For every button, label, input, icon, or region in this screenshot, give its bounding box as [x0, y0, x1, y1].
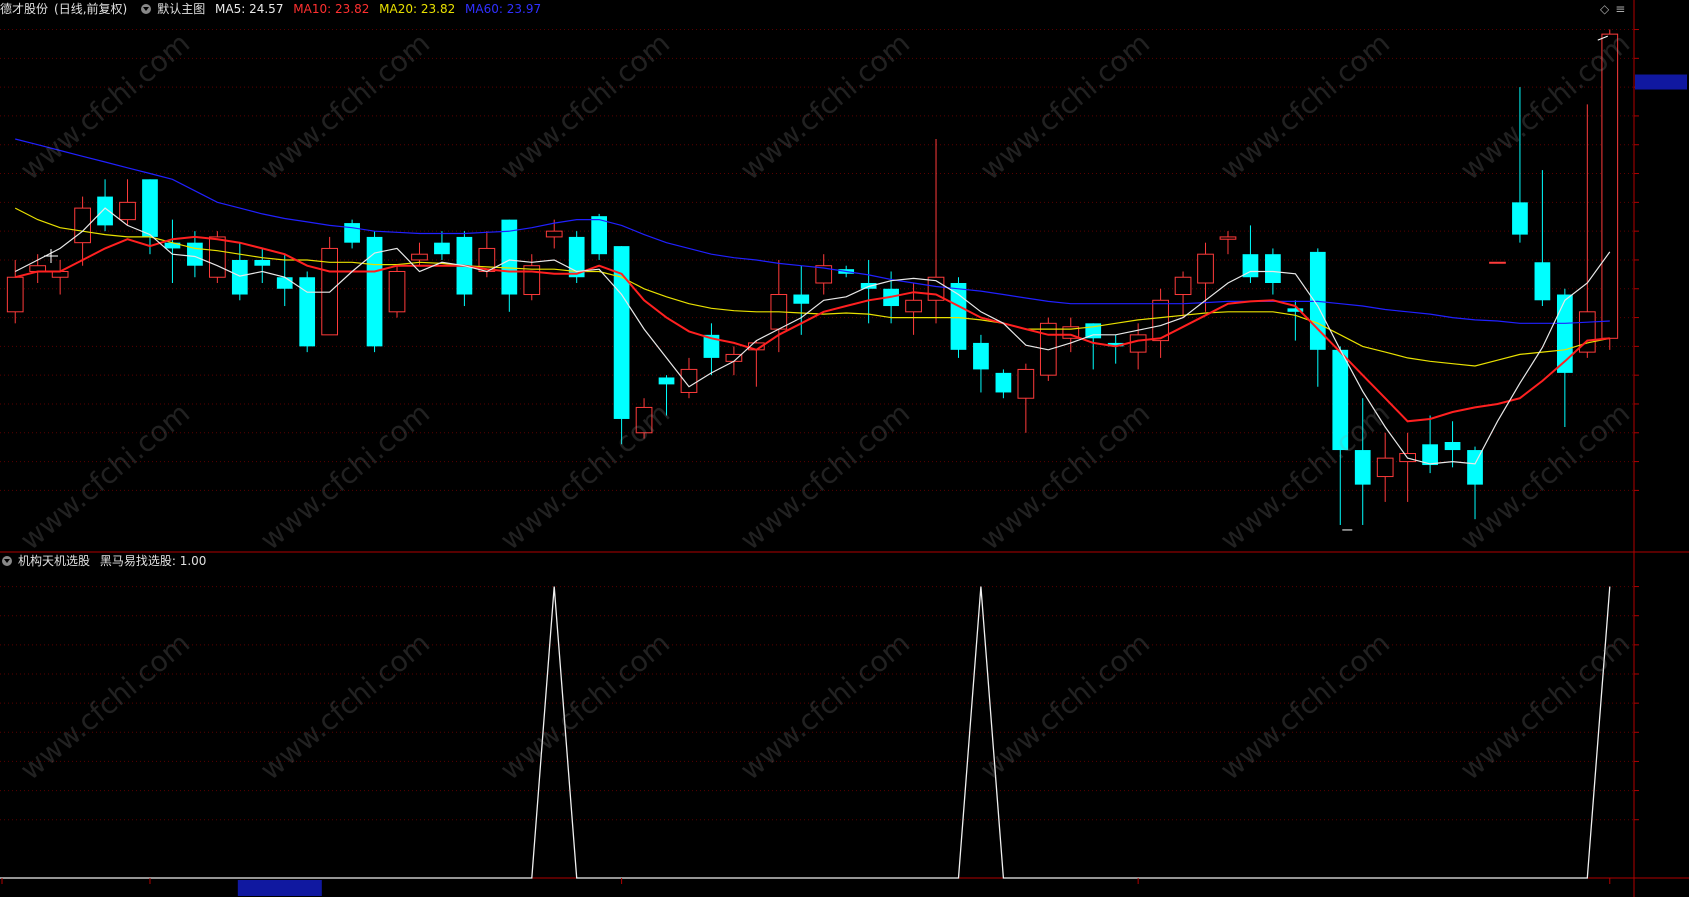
candle-body-up[interactable] — [680, 368, 698, 393]
candle-body-up[interactable] — [1197, 253, 1214, 284]
stock-chart[interactable] — [0, 0, 1689, 897]
main-chart-header: 德才股份 (日线,前复权) 默认主图 MA5: 24.57 MA10: 23.82 … — [0, 0, 547, 18]
indicator-name[interactable]: 机构天机选股 — [18, 554, 90, 568]
candle-body-up[interactable] — [6, 276, 24, 313]
candle-body-down[interactable] — [187, 242, 203, 266]
menu-icon[interactable]: ≡ — [1615, 2, 1625, 16]
indicator-header: 机构天机选股 黑马易找选股: 1.00 — [0, 552, 212, 570]
candle-body-down[interactable] — [793, 294, 810, 304]
candle-body-up[interactable] — [411, 253, 428, 261]
candle-body-down[interactable] — [1354, 450, 1371, 485]
diamond-icon[interactable]: ◇ — [1600, 2, 1609, 16]
candle-body-down[interactable] — [299, 277, 316, 347]
candle-body-down[interactable] — [97, 196, 113, 226]
candle-body-up[interactable] — [635, 406, 653, 434]
candle-body-down[interactable] — [658, 377, 675, 385]
stock-title[interactable]: 德才股份 (日线,前复权) — [0, 2, 133, 16]
ma10-line — [14, 235, 1610, 423]
candle-body-down[interactable] — [434, 242, 450, 255]
candle-body-down[interactable] — [1444, 442, 1461, 451]
candle-body-down[interactable] — [1467, 450, 1483, 485]
top-right-icons: ◇ ≡ — [1600, 0, 1631, 18]
candle-body-up[interactable] — [1219, 236, 1237, 240]
candle-body-up[interactable] — [119, 201, 136, 221]
candle-body-up[interactable] — [545, 230, 563, 238]
candle-body-up[interactable] — [1129, 334, 1147, 353]
candle-body-up[interactable] — [1017, 368, 1035, 399]
candle-body-down[interactable] — [142, 179, 158, 237]
dropdown-icon[interactable] — [141, 3, 152, 14]
dropdown-icon[interactable] — [2, 555, 12, 566]
candle-body-down[interactable] — [254, 259, 271, 266]
ma20-value: MA20: 23.82 — [379, 2, 456, 16]
candle-body-down[interactable] — [995, 372, 1012, 393]
current-price-box — [1635, 74, 1687, 90]
candle-body-up[interactable] — [523, 265, 541, 296]
candle-body-down[interactable] — [1512, 202, 1528, 235]
cursor-date-box — [237, 880, 322, 896]
candle-body-down[interactable] — [1265, 254, 1281, 283]
candle-body-down[interactable] — [950, 283, 967, 350]
candle-body-up[interactable] — [208, 236, 226, 278]
indicator-value: 黑马易找选股: 1.00 — [99, 554, 207, 568]
candle-body-down[interactable] — [276, 277, 293, 289]
candle-body-down[interactable] — [231, 259, 248, 295]
candle-body-down[interactable] — [591, 216, 608, 255]
candle-body-up[interactable] — [905, 299, 922, 313]
candle-body-down[interactable] — [344, 223, 360, 243]
candle-body-down[interactable] — [1332, 349, 1349, 451]
candle-body-up[interactable] — [1376, 457, 1394, 478]
main-indicator-label[interactable]: 默认主图 — [157, 2, 205, 16]
ma20-line — [14, 207, 1610, 367]
ma5-value: MA5: 24.57 — [215, 2, 284, 16]
candle-body-up[interactable] — [1489, 261, 1506, 264]
candle-body-up[interactable] — [388, 270, 406, 313]
candle-body-up[interactable] — [1174, 276, 1192, 296]
candle-body-up[interactable] — [1601, 33, 1619, 339]
candle-body-down[interactable] — [1534, 262, 1551, 301]
ma60-value: MA60: 23.97 — [465, 2, 542, 16]
ma10-value: MA10: 23.82 — [293, 2, 370, 16]
candle-body-down[interactable] — [973, 342, 989, 370]
